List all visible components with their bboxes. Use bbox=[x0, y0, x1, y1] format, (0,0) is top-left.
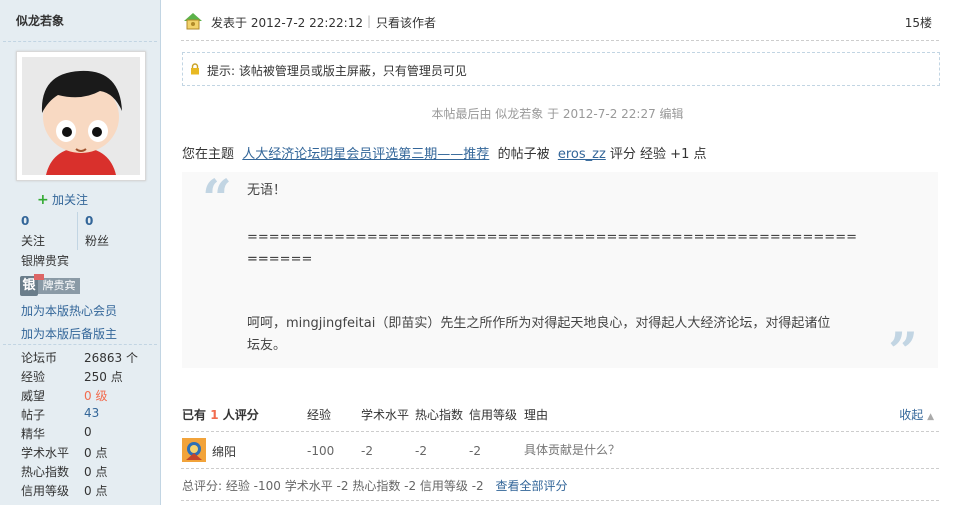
profile-value: 250 点 bbox=[84, 370, 123, 384]
col-header-experience: 经验 bbox=[307, 408, 332, 422]
fans-label: 粉丝 bbox=[85, 234, 110, 248]
profile-label: 精华 bbox=[21, 427, 46, 441]
avatar-image bbox=[22, 57, 140, 175]
collapse-label: 收起 bbox=[899, 408, 924, 422]
rating-reason: 具体贡献是什么？ bbox=[524, 443, 621, 457]
add-hot-member-link[interactable]: 加为本版热心会员 bbox=[21, 302, 117, 319]
content-line: == bbox=[247, 252, 269, 267]
profile-row: 热心指数 0 点 bbox=[21, 463, 151, 481]
profile-label: 经验 bbox=[21, 370, 46, 384]
rating-cell: -2 bbox=[469, 444, 481, 458]
divider bbox=[181, 500, 939, 501]
user-rank: 银牌贵宾 bbox=[21, 254, 70, 268]
content-line: 呵呵，mingjingfeitai（即苗实）先生之所作所为对得起天地良心，对得起… bbox=[247, 316, 831, 331]
profile-row: 学术水平 0 点 bbox=[21, 444, 151, 462]
profile-value: 0 bbox=[84, 425, 92, 439]
divider bbox=[77, 212, 78, 250]
rating-cell: -2 bbox=[415, 444, 427, 458]
profile-label: 论坛币 bbox=[21, 351, 58, 365]
rater-user-link[interactable]: eros_zz bbox=[558, 147, 606, 162]
profile-label: 威望 bbox=[21, 389, 46, 403]
profile-value: 0 点 bbox=[84, 465, 108, 479]
following-count[interactable]: 0 bbox=[21, 214, 29, 228]
add-backup-moderator-link[interactable]: 加为本版后备版主 bbox=[21, 325, 117, 342]
rating-suffix: 人评分 bbox=[222, 408, 259, 422]
profile-value-link[interactable]: 43 bbox=[84, 406, 99, 420]
floor-number[interactable]: 15楼 bbox=[905, 14, 932, 31]
col-header-reason: 理由 bbox=[524, 408, 549, 422]
profile-row: 论坛币 26863 个 bbox=[21, 349, 151, 367]
separator: | bbox=[367, 14, 372, 28]
blocked-notice: 提示: 该帖被管理员或版主屏蔽，只有管理员可见 bbox=[182, 52, 940, 86]
profile-value: 26863 个 bbox=[84, 351, 138, 365]
rate-suffix: 评分 经验 +1 点 bbox=[609, 147, 707, 162]
plus-icon: + bbox=[37, 192, 49, 208]
rate-notice: 您在主题 人大经济论坛明星会员评选第三期——推荐 的帖子被 eros_zz 评分… bbox=[182, 143, 706, 162]
author-name[interactable]: 似龙若象 bbox=[16, 12, 64, 29]
topic-link[interactable]: 人大经济论坛明星会员评选第三期——推荐 bbox=[242, 147, 489, 162]
rating-count: 已有 1 人评分 bbox=[182, 406, 259, 423]
rater-avatar[interactable] bbox=[182, 438, 206, 462]
content-line: 无语！ bbox=[247, 183, 287, 198]
rating-total: 总评分: 经验 -100 学术水平 -2 热心指数 -2 信用等级 -2 查看全… bbox=[182, 477, 568, 494]
follow-button[interactable]: + 加关注 bbox=[37, 191, 88, 208]
col-header-credit: 信用等级 bbox=[469, 408, 518, 422]
caret-up-icon: ▲ bbox=[927, 412, 934, 422]
online-status-icon bbox=[184, 13, 202, 30]
col-header-academic: 学术水平 bbox=[361, 408, 410, 422]
profile-row: 信用等级 0 点 bbox=[21, 482, 151, 500]
following-label: 关注 bbox=[21, 234, 46, 248]
fans-count[interactable]: 0 bbox=[85, 214, 93, 228]
author-sidebar: 似龙若象 + 加关注 0 关注 0 粉丝 银牌贵宾 银 牌贵宾 加为本版热心会员 … bbox=[0, 0, 161, 505]
rating-number: 1 bbox=[210, 408, 219, 422]
posted-time: 发表于 2012-7-2 22:22:12 bbox=[211, 16, 363, 30]
rank-badge: 银 牌贵宾 bbox=[20, 274, 80, 296]
post-content: “ 无语！ ==================================… bbox=[182, 169, 938, 379]
post-main: 发表于 2012-7-2 22:22:12 | 只看该作者 15楼 提示: 该帖… bbox=[161, 0, 954, 505]
profile-value: 0 点 bbox=[84, 446, 108, 460]
rater-name[interactable]: 绵阳 bbox=[212, 443, 236, 460]
profile-row: 精华 0 bbox=[21, 425, 151, 443]
profile-label: 信用等级 bbox=[21, 484, 70, 498]
edited-note: 本帖最后由 似龙若象 于 2012-7-2 22:27 编辑 bbox=[431, 107, 684, 121]
divider bbox=[181, 40, 939, 41]
badge-text: 牌贵宾 bbox=[38, 278, 80, 294]
profile-label: 帖子 bbox=[21, 408, 46, 422]
avatar[interactable] bbox=[16, 51, 146, 181]
rating-cell: -2 bbox=[361, 444, 373, 458]
rate-mid: 的帖子被 bbox=[497, 147, 550, 162]
divider bbox=[3, 344, 157, 345]
profile-label: 热心指数 bbox=[21, 465, 70, 479]
divider bbox=[181, 431, 939, 432]
rating-cell: -100 bbox=[307, 444, 335, 458]
notice-text: 提示: 该帖被管理员或版主屏蔽，只有管理员可见 bbox=[207, 64, 467, 78]
col-header-enthusiasm: 热心指数 bbox=[415, 408, 464, 422]
rating-prefix: 已有 bbox=[182, 408, 207, 422]
profile-row: 威望 0 级 bbox=[21, 387, 151, 405]
profile-row: 帖子 43 bbox=[21, 406, 151, 424]
divider bbox=[3, 41, 157, 42]
rater-avatar-image bbox=[182, 438, 206, 462]
lock-icon bbox=[191, 63, 199, 75]
rate-prefix: 您在主题 bbox=[182, 147, 235, 162]
quote-close-icon: ” bbox=[888, 322, 918, 383]
divider bbox=[181, 468, 939, 469]
profile-label: 学术水平 bbox=[21, 446, 70, 460]
content-line: 坛友。 bbox=[247, 338, 287, 353]
profile-row: 经验 250 点 bbox=[21, 368, 151, 386]
profile-value: 0 点 bbox=[84, 484, 108, 498]
quote-open-icon: “ bbox=[202, 169, 232, 230]
follow-label: 加关注 bbox=[52, 193, 89, 207]
only-author-link[interactable]: 只看该作者 bbox=[376, 14, 436, 31]
ribbon-icon bbox=[34, 274, 44, 280]
view-all-ratings-link[interactable]: 查看全部评分 bbox=[496, 479, 568, 493]
total-text: 总评分: 经验 -100 学术水平 -2 热心指数 -2 信用等级 -2 bbox=[182, 479, 484, 493]
profile-value: 0 级 bbox=[84, 389, 108, 403]
collapse-button[interactable]: 收起 ▲ bbox=[899, 406, 934, 423]
